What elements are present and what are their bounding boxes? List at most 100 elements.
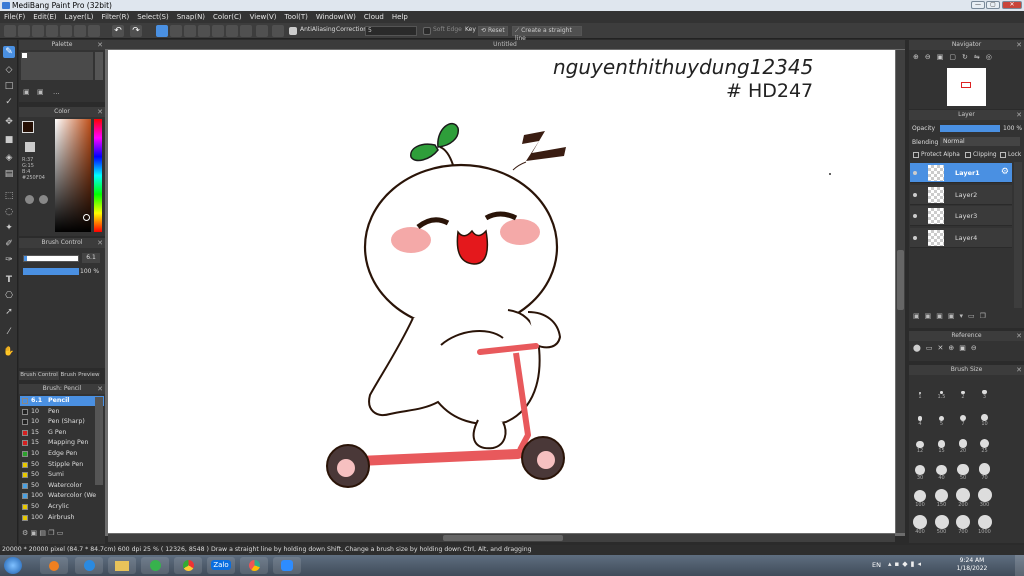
- sv-picker-handle[interactable]: [83, 214, 90, 221]
- snap-circle-icon[interactable]: [226, 25, 238, 37]
- redo-icon[interactable]: ↷: [130, 25, 142, 37]
- brush-size-option[interactable]: 50: [953, 459, 973, 485]
- blending-select[interactable]: Normal: [940, 137, 1020, 146]
- brush-size-option[interactable]: 15: [932, 432, 952, 458]
- canvas-horizontal-scrollbar[interactable]: [108, 534, 895, 542]
- brush-size-option[interactable]: 2: [953, 378, 973, 404]
- close-icon[interactable]: ✕: [97, 40, 103, 50]
- close-icon[interactable]: ✕: [97, 107, 103, 117]
- show-desktop-button[interactable]: [1015, 555, 1024, 576]
- color-wheel-icon[interactable]: [25, 195, 34, 204]
- hue-slider[interactable]: [94, 119, 102, 232]
- brush-size-option[interactable]: 3: [975, 378, 995, 404]
- snap-off-icon[interactable]: [156, 25, 168, 37]
- file-explorer-icon[interactable]: [108, 557, 136, 574]
- layer-row[interactable]: Layer2: [910, 184, 1012, 205]
- eyedropper-icon[interactable]: ⁄: [3, 326, 15, 338]
- eraser-tool-icon[interactable]: ◇: [3, 64, 15, 76]
- reference-fit-icon[interactable]: ▣: [959, 344, 971, 352]
- divide-tool-icon[interactable]: ⎔: [3, 290, 15, 302]
- reference-zoom-out-icon[interactable]: ⊖: [971, 344, 982, 352]
- operation-tool-icon[interactable]: ➚: [3, 306, 15, 318]
- actual-size-icon[interactable]: ▢: [949, 53, 962, 61]
- transparent-color-swatch[interactable]: [25, 142, 35, 152]
- layer-visibility-icon[interactable]: [913, 192, 917, 197]
- tray-network-icon[interactable]: ▮: [911, 560, 918, 568]
- brush-size-option[interactable]: 30: [910, 459, 930, 485]
- brush-copy-icon[interactable]: ❐: [48, 529, 54, 537]
- new-layer-icon[interactable]: ▣: [913, 312, 925, 320]
- correction-select[interactable]: 5: [365, 26, 417, 36]
- medibang-taskbar-icon[interactable]: [240, 557, 268, 574]
- brush-size-option[interactable]: 12: [910, 432, 930, 458]
- zalo-icon[interactable]: Zalo: [207, 557, 235, 574]
- brush-list-item[interactable]: 50 Stipple Pen: [20, 459, 104, 470]
- close-icon[interactable]: ✕: [1016, 110, 1022, 120]
- brush-size-option[interactable]: 1000: [975, 513, 995, 539]
- antialias-checkbox[interactable]: [289, 27, 297, 35]
- duplicate-layer-icon[interactable]: ❐: [980, 312, 991, 320]
- grid-icon[interactable]: [74, 25, 86, 37]
- new-file-icon[interactable]: [4, 25, 16, 37]
- brush-size-option[interactable]: 150: [932, 486, 952, 512]
- chrome-icon[interactable]: [174, 557, 202, 574]
- layer-visibility-icon[interactable]: [913, 171, 917, 175]
- zoom-app-icon[interactable]: [273, 557, 301, 574]
- bucket-tool-icon[interactable]: ◈: [3, 152, 15, 164]
- menu-help[interactable]: Help: [388, 11, 412, 23]
- snap-more-icon[interactable]: [272, 25, 284, 37]
- drawing-canvas[interactable]: nguyenthithuydung12345 # HD247: [108, 50, 895, 533]
- text-tool-icon[interactable]: T: [3, 274, 15, 286]
- brush-folder-icon[interactable]: ▭: [57, 529, 64, 537]
- soft-edge-checkbox[interactable]: [423, 27, 431, 35]
- fit-icon[interactable]: ▣: [937, 53, 950, 61]
- brush-list-item[interactable]: 10 Pen (Sharp): [20, 417, 104, 428]
- brush-size-option[interactable]: 400: [910, 513, 930, 539]
- dot-tool-icon[interactable]: □: [3, 80, 15, 92]
- navigator-view-rect[interactable]: [961, 82, 971, 88]
- layer-visibility-icon[interactable]: [913, 214, 917, 218]
- language-indicator[interactable]: EN: [872, 561, 881, 569]
- brush-add-icon[interactable]: ▣: [31, 529, 38, 537]
- layer-opacity-slider[interactable]: [940, 125, 1000, 132]
- tray-volume-icon[interactable]: ◂: [918, 560, 925, 568]
- close-icon[interactable]: ✕: [1016, 40, 1022, 50]
- brush-list-item[interactable]: 50 Acrylic: [20, 502, 104, 512]
- brush-list-item[interactable]: 10 Pen: [20, 406, 104, 417]
- tab-brush-control[interactable]: Brush Control: [19, 371, 59, 380]
- internet-explorer-icon[interactable]: [75, 557, 103, 574]
- minimize-button[interactable]: —: [971, 1, 985, 9]
- reference-zoom-in-icon[interactable]: ⊕: [948, 344, 959, 352]
- brush-opacity-slider[interactable]: [23, 268, 79, 275]
- tab-brush-preview[interactable]: Brush Preview: [60, 371, 100, 380]
- brush-size-option[interactable]: 10: [975, 405, 995, 431]
- menu-edit[interactable]: Edit(E): [29, 11, 60, 23]
- new-1bit-layer-icon[interactable]: ▣: [948, 312, 960, 320]
- color-slider-icon[interactable]: [39, 195, 48, 204]
- brush-list-item[interactable]: 50 Watercolor: [20, 480, 104, 491]
- new-halftone-layer-icon[interactable]: ▣: [925, 312, 937, 320]
- brush-size-option[interactable]: 100: [910, 486, 930, 512]
- close-icon[interactable]: ✕: [97, 238, 103, 248]
- palette-add-icon[interactable]: ▣: [23, 88, 30, 96]
- undo-icon[interactable]: ↶: [112, 25, 124, 37]
- snap-curve-icon[interactable]: [240, 25, 252, 37]
- cloud-icon[interactable]: [32, 25, 44, 37]
- panel-icon[interactable]: [88, 25, 100, 37]
- brush-tool-icon[interactable]: ✎: [3, 46, 15, 58]
- canvas-vertical-scrollbar[interactable]: [896, 50, 905, 533]
- zoom-out-icon[interactable]: ⊖: [925, 53, 937, 61]
- move-tool-icon[interactable]: ✥: [3, 116, 15, 128]
- brush-list-item[interactable]: 10 Edge Pen: [20, 449, 104, 459]
- menu-layer[interactable]: Layer(L): [61, 11, 98, 23]
- menu-snap[interactable]: Snap(N): [173, 11, 209, 23]
- start-button[interactable]: [4, 557, 22, 574]
- brush-size-option[interactable]: 20: [953, 432, 973, 458]
- gradient-tool-icon[interactable]: ▤: [3, 168, 15, 180]
- clock[interactable]: 9:24 AM 1/18/2022: [952, 557, 992, 573]
- zoom-in-icon[interactable]: ⊕: [913, 53, 925, 61]
- brush-list-item[interactable]: 6.1Pencil⚙: [20, 396, 104, 406]
- close-icon[interactable]: ✕: [97, 384, 103, 394]
- brush-list-item[interactable]: 15 G Pen: [20, 427, 104, 438]
- reset-button[interactable]: ⟲ Reset: [478, 26, 508, 36]
